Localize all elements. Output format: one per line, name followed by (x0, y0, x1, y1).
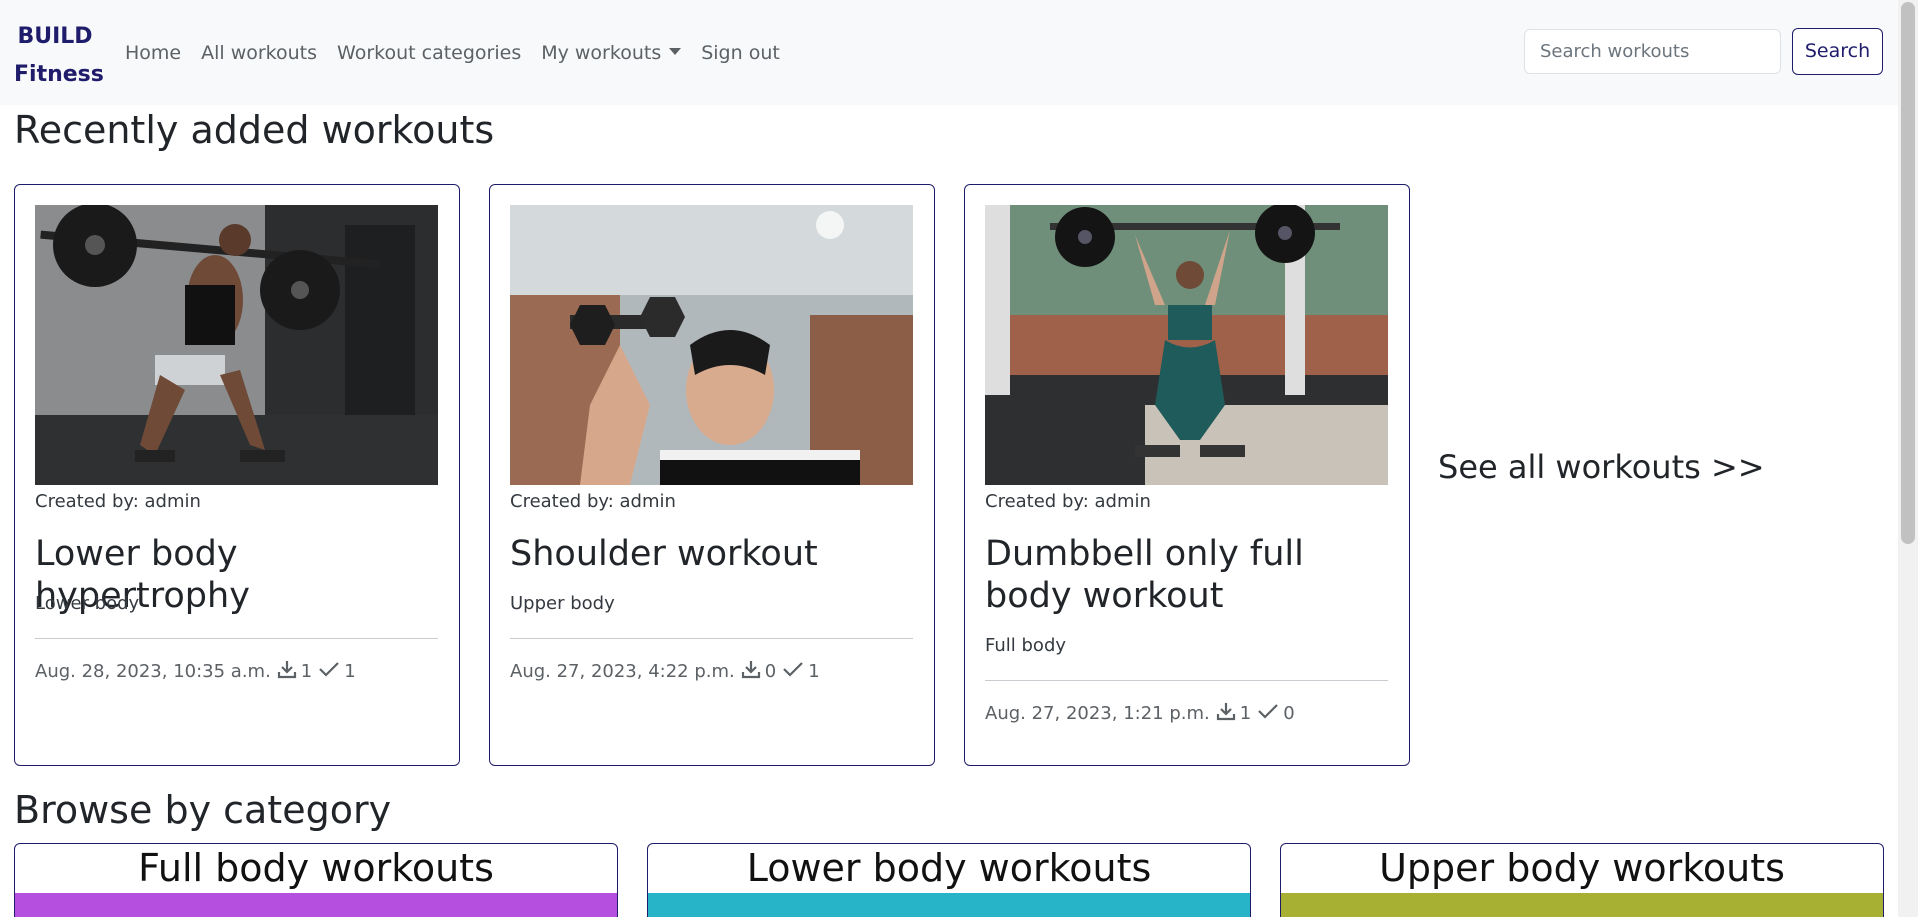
category-image (648, 893, 1250, 917)
divider (35, 638, 438, 639)
navbar: BUILD Fitness Home All workouts Workout … (0, 0, 1898, 105)
workout-category: Full body (985, 635, 1067, 656)
page-scrollbar[interactable] (1898, 0, 1918, 917)
workout-meta: Aug. 28, 2023, 10:35 a.m. 1 1 (35, 659, 356, 684)
workout-image[interactable] (35, 205, 438, 485)
brand-line-2: Fitness (14, 62, 104, 87)
checkmark-icon (318, 660, 340, 683)
nav-links: Home All workouts Workout categories My … (125, 38, 800, 68)
divider (985, 680, 1388, 681)
nav-all-workouts[interactable]: All workouts (201, 38, 317, 68)
category-image (15, 893, 617, 917)
workout-title[interactable]: Dumbbell only full body workout (985, 533, 1395, 617)
caret-down-icon (669, 48, 682, 55)
category-card-full-body[interactable]: Full body workouts (14, 843, 618, 917)
download-count: 1 (300, 661, 313, 682)
download-count: 1 (1239, 703, 1252, 724)
checkmark-icon (782, 660, 804, 683)
nav-workout-categories[interactable]: Workout categories (337, 38, 521, 68)
workout-date: Aug. 27, 2023, 4:22 p.m. (510, 661, 735, 682)
download-icon (1216, 701, 1236, 726)
brand-line-1: BUILD (17, 24, 93, 49)
workout-photo-squat (35, 205, 438, 485)
workout-card[interactable]: Created by: admin Shoulder workout Upper… (489, 184, 935, 766)
workout-photo-overhead-squat (985, 205, 1388, 485)
see-all-workouts-link[interactable]: See all workouts >> (1438, 448, 1765, 486)
workout-card[interactable]: Created by: admin Dumbbell only full bod… (964, 184, 1410, 766)
workout-image[interactable] (510, 205, 913, 485)
nav-home[interactable]: Home (125, 38, 181, 68)
scrollbar-thumb[interactable] (1901, 2, 1915, 544)
completed-count: 1 (344, 661, 356, 682)
download-icon (277, 659, 297, 684)
created-by: Created by: admin (510, 491, 676, 512)
search-input[interactable] (1524, 29, 1781, 74)
completed-count: 1 (808, 661, 820, 682)
workout-title[interactable]: Shoulder workout (510, 533, 920, 575)
nav-sign-out[interactable]: Sign out (701, 38, 780, 68)
recent-workouts-heading: Recently added workouts (14, 108, 495, 152)
nav-my-workouts-label: My workouts (541, 42, 662, 64)
divider (510, 638, 913, 639)
workout-card[interactable]: Created by: admin Lower body hypertrophy… (14, 184, 460, 766)
workout-category: Lower body (35, 593, 140, 614)
category-title: Lower body workouts (746, 846, 1152, 890)
browse-category-heading: Browse by category (14, 788, 392, 832)
category-image (1281, 893, 1883, 917)
search-button[interactable]: Search (1792, 28, 1883, 75)
created-by: Created by: admin (35, 491, 201, 512)
category-card-lower-body[interactable]: Lower body workouts (647, 843, 1251, 917)
checkmark-icon (1257, 702, 1279, 725)
category-title: Full body workouts (138, 846, 494, 890)
download-icon (741, 659, 761, 684)
workout-image[interactable] (985, 205, 1388, 485)
workout-category: Upper body (510, 593, 615, 614)
brand-logo[interactable]: BUILD Fitness (14, 18, 104, 94)
created-by: Created by: admin (985, 491, 1151, 512)
workout-date: Aug. 27, 2023, 1:21 p.m. (985, 703, 1210, 724)
workout-meta: Aug. 27, 2023, 1:21 p.m. 1 0 (985, 701, 1295, 726)
workout-date: Aug. 28, 2023, 10:35 a.m. (35, 661, 271, 682)
category-card-upper-body[interactable]: Upper body workouts (1280, 843, 1884, 917)
workout-meta: Aug. 27, 2023, 4:22 p.m. 0 1 (510, 659, 820, 684)
category-title: Upper body workouts (1379, 846, 1785, 890)
completed-count: 0 (1283, 703, 1295, 724)
nav-my-workouts-dropdown[interactable]: My workouts (541, 38, 682, 68)
workout-photo-shoulder-press (510, 205, 913, 485)
download-count: 0 (764, 661, 777, 682)
